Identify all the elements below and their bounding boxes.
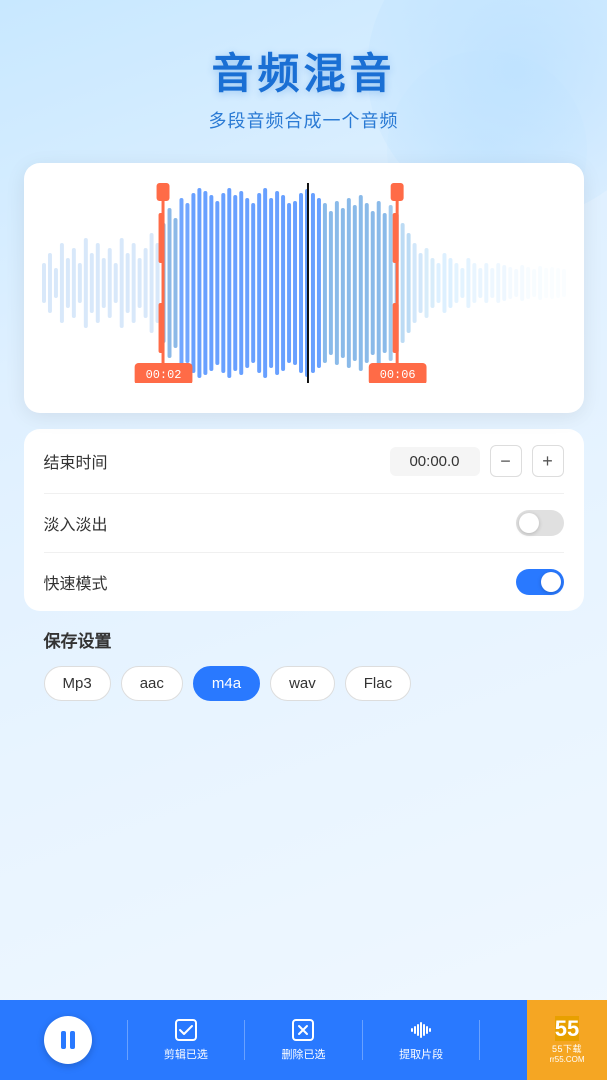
fast-mode-row: 快速模式: [44, 553, 564, 611]
svg-text:00:02: 00:02: [145, 368, 181, 382]
page-subtitle: 多段音频合成一个音频: [209, 107, 399, 133]
fast-mode-toggle[interactable]: [516, 569, 564, 595]
format-aac-button[interactable]: aac: [121, 666, 183, 701]
watermark-brand: 55下载: [552, 1042, 582, 1055]
watermark: 55 55下载 rr55.COM: [527, 1000, 607, 1080]
fade-toggle[interactable]: [516, 510, 564, 536]
page-content: 音频混音 多段音频合成一个音频: [0, 0, 607, 1080]
settings-area: 结束时间 00:00.0 − + 淡入淡出 快速模式: [24, 429, 584, 611]
watermark-url: rr55.COM: [549, 1055, 584, 1064]
header: 音频混音 多段音频合成一个音频: [209, 0, 399, 143]
page-title: 音频混音: [209, 40, 399, 101]
format-buttons: Mp3 aac m4a wav Flac: [44, 666, 564, 701]
end-time-row: 结束时间 00:00.0 − +: [44, 429, 564, 494]
format-flac-button[interactable]: Flac: [345, 666, 411, 701]
fade-row: 淡入淡出: [44, 494, 564, 553]
fade-label: 淡入淡出: [44, 511, 108, 535]
end-time-value: 00:00.0: [390, 447, 480, 476]
end-time-label: 结束时间: [44, 449, 108, 473]
waveform-card: 00:02 00:06: [24, 163, 584, 413]
waveform-svg: 00:02 00:06: [40, 183, 568, 383]
format-m4a-button[interactable]: m4a: [193, 666, 260, 701]
svg-text:00:06: 00:06: [379, 368, 415, 382]
format-mp3-button[interactable]: Mp3: [44, 666, 111, 701]
end-time-control: 00:00.0 − +: [390, 445, 564, 477]
fast-mode-label: 快速模式: [44, 570, 108, 594]
end-time-plus-button[interactable]: +: [532, 445, 564, 477]
fast-mode-toggle-knob: [541, 572, 561, 592]
fade-toggle-knob: [519, 513, 539, 533]
watermark-logo: 55: [555, 1016, 579, 1042]
format-wav-button[interactable]: wav: [270, 666, 335, 701]
end-time-minus-button[interactable]: −: [490, 445, 522, 477]
waveform-container[interactable]: 00:02 00:06: [40, 183, 568, 383]
save-settings-section: 保存设置 Mp3 aac m4a wav Flac: [24, 627, 584, 701]
save-settings-title: 保存设置: [44, 627, 564, 652]
